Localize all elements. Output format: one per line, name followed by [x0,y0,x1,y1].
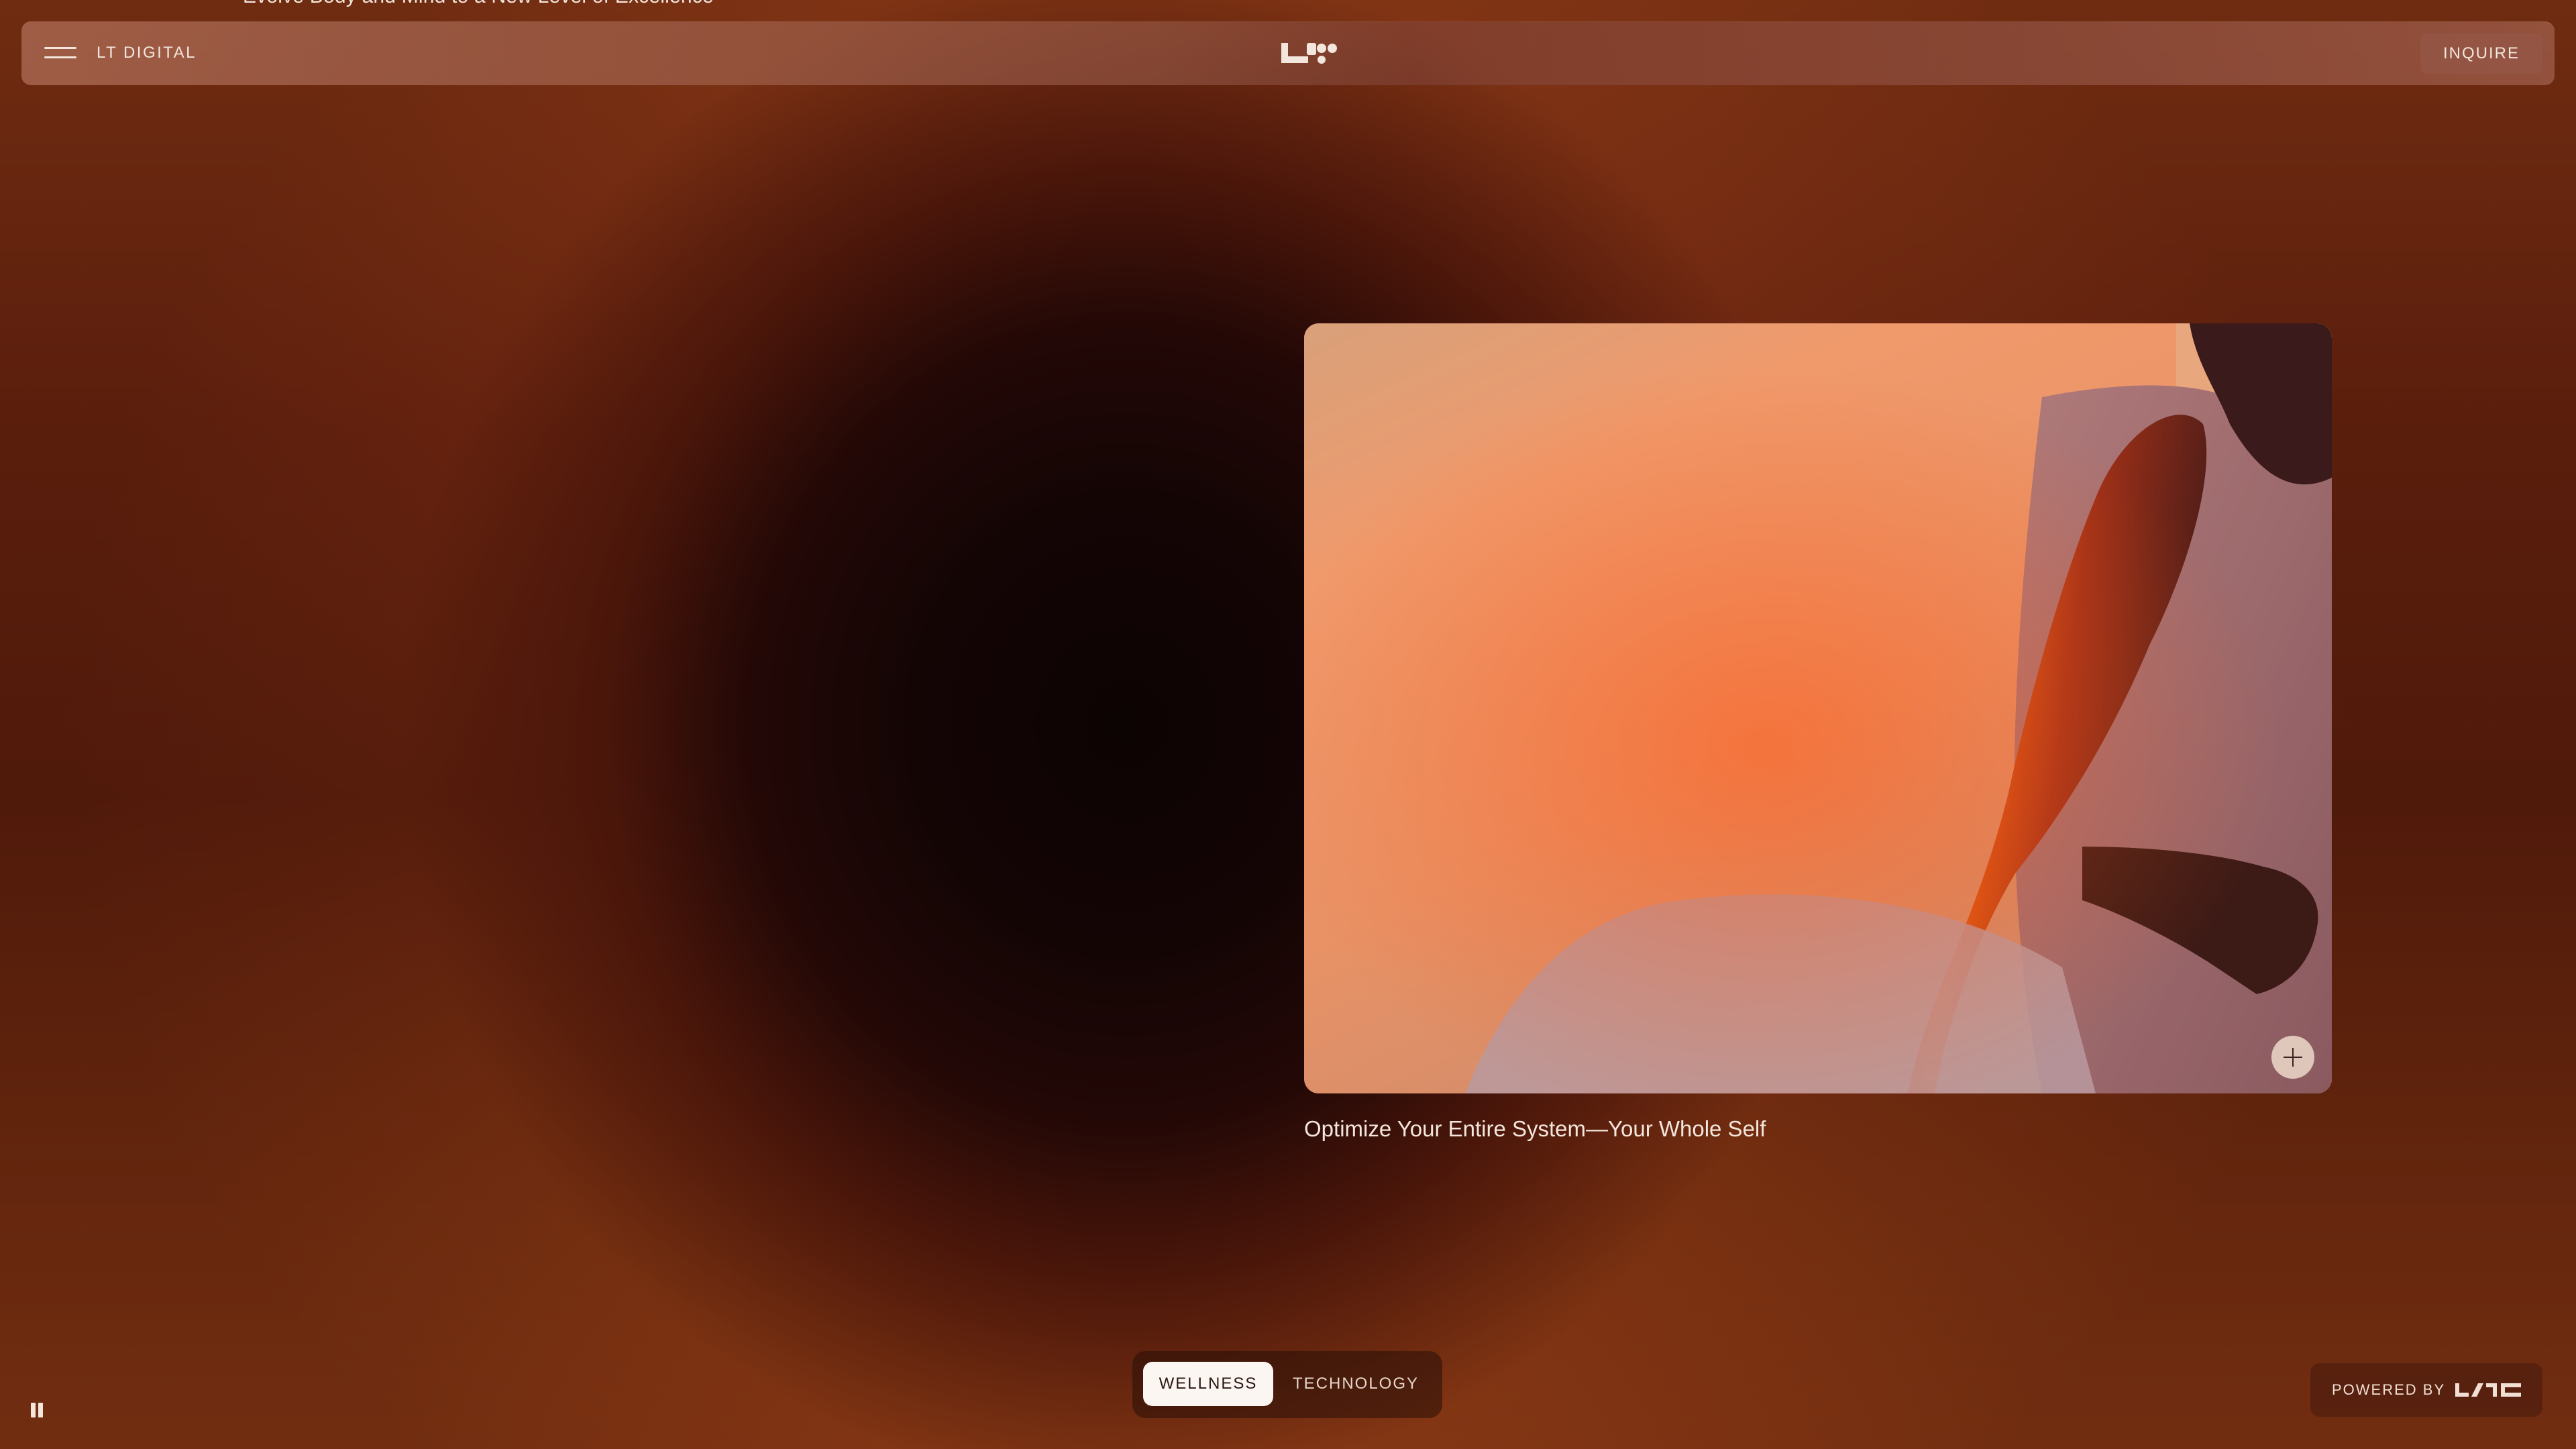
brand-label[interactable]: LT DIGITAL [97,44,197,62]
feature-card-image[interactable] [1304,323,2332,1093]
tab-wellness[interactable]: WELLNESS [1143,1362,1273,1406]
tab-technology[interactable]: TECHNOLOGY [1281,1362,1430,1406]
inquire-button[interactable]: INQUIRE [2420,34,2542,74]
top-navbar: LT DIGITAL INQUIRE [21,21,2555,85]
runner-photo [1304,323,2332,1093]
card-caption[interactable]: Optimize Your Entire System—Your Whole S… [1304,1116,1766,1142]
powered-by-label: POWERED BY [2332,1381,2446,1398]
powered-by-badge[interactable]: POWERED BY [2310,1363,2542,1417]
hamburger-menu-icon[interactable] [42,42,79,66]
plus-icon[interactable] [2271,1036,2314,1079]
lt-logo-icon[interactable] [1280,40,1340,67]
hero-title: Evolve Body and Mind to a New Level of E… [243,0,714,8]
pause-icon[interactable] [30,1403,44,1419]
ltc-logo-icon [2455,1383,2521,1397]
category-switcher: WELLNESS TECHNOLOGY [1132,1351,1442,1418]
